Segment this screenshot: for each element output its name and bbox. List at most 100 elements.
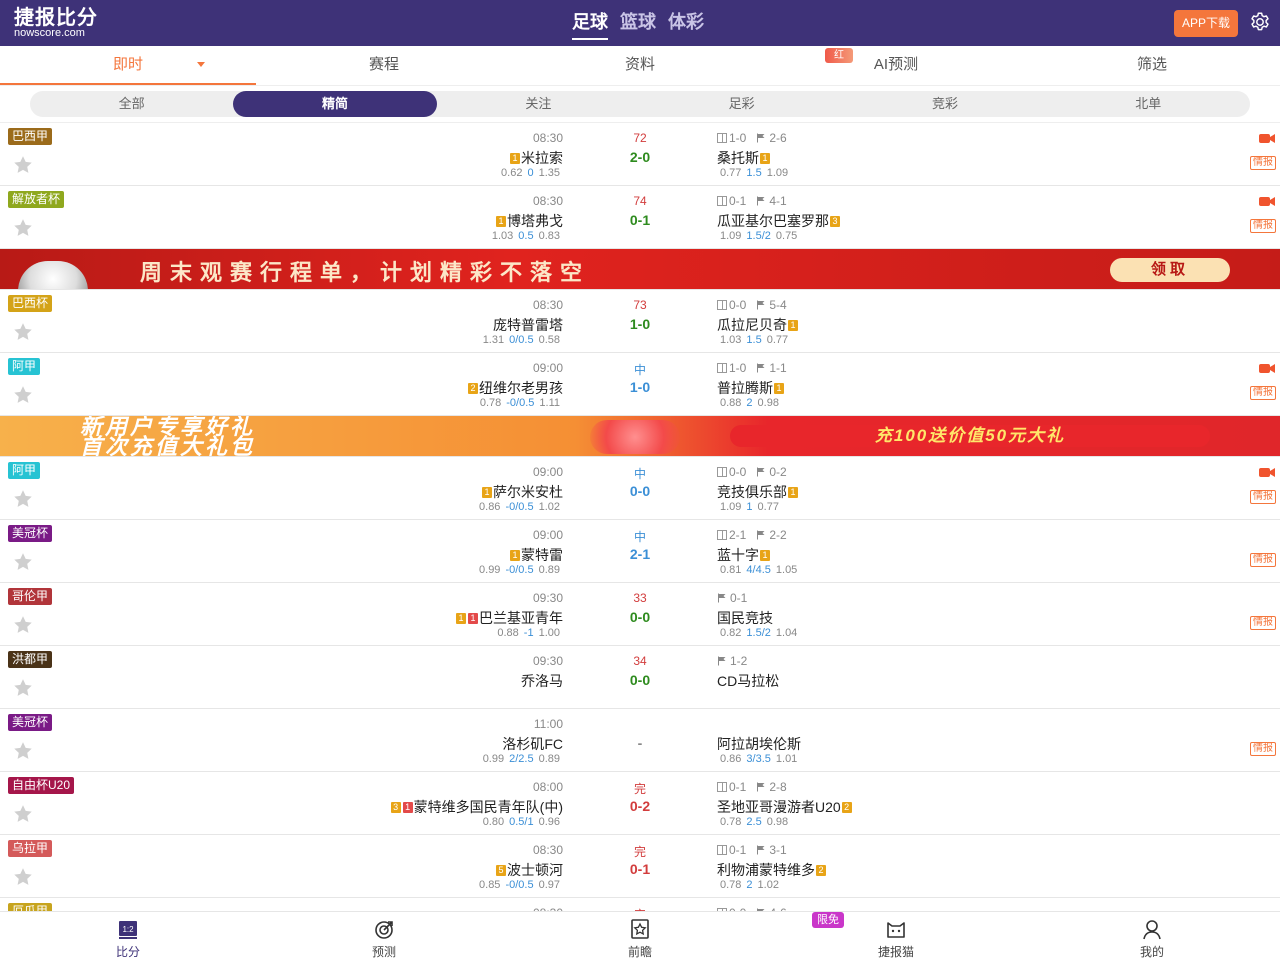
star-icon[interactable] — [12, 803, 34, 825]
star-icon[interactable] — [12, 677, 34, 699]
league-tag[interactable]: 厄瓜甲 — [8, 903, 53, 911]
star-icon[interactable] — [12, 384, 34, 406]
bottom-nav-0[interactable]: 1:2 比分 — [0, 912, 256, 960]
match-score: 2-1 — [629, 546, 651, 562]
video-icon[interactable] — [1259, 363, 1275, 374]
banner-claim-button[interactable]: 领取 — [1110, 258, 1230, 282]
star-icon[interactable] — [12, 551, 34, 573]
halftime-icon — [717, 530, 727, 540]
odds-right: 0.97 — [538, 879, 560, 891]
league-tag[interactable]: 阿甲 — [8, 358, 41, 375]
promo-banner-schedule[interactable]: 周末观赛行程单，计划精彩不落空 领取 — [0, 249, 1280, 290]
odds-left: 1.03 — [491, 230, 514, 242]
match-score: 0-0 — [629, 609, 651, 625]
tab-label: AI预测 — [873, 56, 919, 73]
match-row[interactable]: 巴西杯 08:30 庞特普雷塔 1.31 0/0.5 0.58 73 1-0 0-0 5-4 瓜拉尼… — [0, 290, 1280, 353]
filter-3[interactable]: 足彩 — [640, 91, 843, 117]
match-row[interactable]: 自由杯U20 08:00 3 1 蒙特维多国民青年队(中) 0.80 0.5/1 0.96 完 0… — [0, 772, 1280, 835]
odds-left: 0.99 — [479, 564, 501, 576]
star-icon[interactable] — [12, 866, 34, 888]
intel-button[interactable]: 情报 — [1250, 490, 1276, 504]
match-row[interactable]: 美冠杯 11:00 洛杉矶FC 0.99 2/2.5 0.89 - 阿拉胡埃伦斯 0.86 3/3… — [0, 709, 1280, 772]
tab-2[interactable]: 资料 — [512, 46, 768, 85]
tab-3[interactable]: AI预测 — [768, 46, 1024, 85]
caret-down-icon[interactable] — [197, 62, 205, 67]
bottom-nav-label: 预测 — [371, 945, 396, 959]
match-row[interactable]: 哥伦甲 09:30 1 1 巴兰基亚青年 0.88 -1 1.00 33 0-0 0-1 国民竞技 0.… — [0, 583, 1280, 646]
filter-0[interactable]: 全部 — [30, 91, 233, 117]
video-icon[interactable] — [1259, 467, 1275, 478]
match-time: 09:00 — [532, 465, 563, 479]
star-icon[interactable] — [12, 614, 34, 636]
match-list[interactable]: 巴西甲 08:30 1 米拉索 0.62 0 1.35 72 2-0 1-0 2-6 桑托斯 1 0.77… — [0, 122, 1280, 911]
svg-text:1:2: 1:2 — [122, 925, 134, 934]
match-row[interactable]: 厄瓜甲08:30完0-04-6 — [0, 898, 1280, 911]
star-icon[interactable] — [12, 488, 34, 510]
league-tag[interactable]: 巴西甲 — [8, 128, 53, 145]
app-download-button[interactable]: APP下载 — [1174, 10, 1238, 37]
bottom-nav-3[interactable]: 捷报猫 — [768, 912, 1024, 960]
video-icon[interactable] — [1259, 133, 1275, 144]
odds: 0.78 2 1.02 — [720, 879, 779, 891]
league-tag[interactable]: 哥伦甲 — [8, 588, 53, 605]
video-icon[interactable] — [1259, 196, 1275, 207]
filter-1[interactable]: 精简 — [233, 91, 437, 117]
league-tag[interactable]: 乌拉甲 — [8, 840, 53, 857]
intel-button[interactable]: 情报 — [1250, 156, 1276, 170]
star-icon[interactable] — [12, 217, 34, 239]
league-tag[interactable]: 阿甲 — [8, 462, 41, 479]
league-tag[interactable]: 解放者杯 — [8, 191, 65, 208]
odds-right: 1.11 — [539, 397, 560, 409]
match-row[interactable]: 巴西甲 08:30 1 米拉索 0.62 0 1.35 72 2-0 1-0 2-6 桑托斯 1 0.77… — [0, 123, 1280, 186]
league-tag[interactable]: 自由杯U20 — [8, 777, 75, 794]
filter-5[interactable]: 北单 — [1047, 91, 1250, 117]
star-icon[interactable] — [12, 740, 34, 762]
odds-right: 0.89 — [538, 564, 560, 576]
match-row[interactable]: 美冠杯 09:00 1 蒙特雷 0.99 -0/0.5 0.89 中 2-1 2-1 2-2 蓝十字 1… — [0, 520, 1280, 583]
star-icon[interactable] — [12, 154, 34, 176]
promo-banner-newuser[interactable]: 新用户专享好礼 首次充值大礼包 充100送价值50元大礼 — [0, 416, 1280, 457]
filter-4[interactable]: 竞彩 — [843, 91, 1046, 117]
star-icon[interactable] — [12, 321, 34, 343]
odds-handicap: -1 — [523, 627, 534, 639]
match-row[interactable]: 洪都甲 09:30 乔洛马 34 0-0 1-2 CD马拉松 — [0, 646, 1280, 709]
bottom-nav-2[interactable]: 前瞻 — [512, 912, 768, 960]
match-row[interactable]: 解放者杯 08:30 1 博塔弗戈 1.03 0.5 0.83 74 0-1 0-1 4-1 瓜亚基尔… — [0, 186, 1280, 249]
intel-button[interactable]: 情报 — [1250, 742, 1276, 756]
league-tag[interactable]: 美冠杯 — [8, 714, 53, 731]
tab-label: 资料 — [624, 56, 655, 73]
tab-1[interactable]: 赛程 — [256, 46, 512, 85]
odds-left: 1.09 — [720, 501, 742, 513]
rank-badge: 5 — [496, 865, 506, 876]
match-score: 0-1 — [629, 212, 651, 228]
odds-left: 0.78 — [479, 397, 502, 409]
intel-button[interactable]: 情报 — [1250, 219, 1276, 233]
odds-left: 1.31 — [482, 334, 505, 346]
gear-icon[interactable] — [1249, 11, 1271, 33]
sport-tab-1[interactable]: 篮球 — [620, 8, 656, 40]
league-tag[interactable]: 美冠杯 — [8, 525, 53, 542]
match-row[interactable]: 阿甲 09:00 2 纽维尔老男孩 0.78 -0/0.5 1.11 中 1-0 1-0 1-1 普拉… — [0, 353, 1280, 416]
halftime-icon — [717, 363, 727, 373]
bottom-nav-4[interactable]: 我的 — [1024, 912, 1280, 960]
tab-4[interactable]: 筛选 — [1024, 46, 1280, 85]
odds-left: 0.81 — [720, 564, 742, 576]
intel-button[interactable]: 情报 — [1250, 386, 1276, 400]
match-row[interactable]: 阿甲 09:00 1 萨尔米安杜 0.86 -0/0.5 1.02 中 0-0 0-0 0-2 竞技俱… — [0, 457, 1280, 520]
league-tag[interactable]: 洪都甲 — [8, 651, 53, 668]
sport-tab-2[interactable]: 体彩 — [668, 8, 704, 40]
league-tag[interactable]: 巴西杯 — [8, 295, 53, 312]
tab-0[interactable]: 即时 — [0, 46, 256, 85]
intel-button[interactable]: 情报 — [1250, 616, 1276, 630]
bottom-nav-1[interactable]: 预测 — [256, 912, 512, 960]
halftime-corner: 0-0 5-4 — [717, 298, 787, 312]
sport-tab-0[interactable]: 足球 — [572, 8, 608, 40]
intel-button[interactable]: 情报 — [1250, 553, 1276, 567]
logo[interactable]: 捷报比分 nowscore.com — [14, 6, 98, 39]
bottom-nav-label: 我的 — [1139, 945, 1164, 959]
match-row[interactable]: 乌拉甲 08:30 5 波士顿河 0.85 -0/0.5 0.97 完 0-1 0-1 3-1 利物浦… — [0, 835, 1280, 898]
filter-2[interactable]: 关注 — [437, 91, 640, 117]
corner-flag-icon — [757, 467, 765, 477]
corner-score: 0-1 — [730, 591, 748, 605]
away-team-name: 普拉腾斯 — [717, 380, 773, 396]
